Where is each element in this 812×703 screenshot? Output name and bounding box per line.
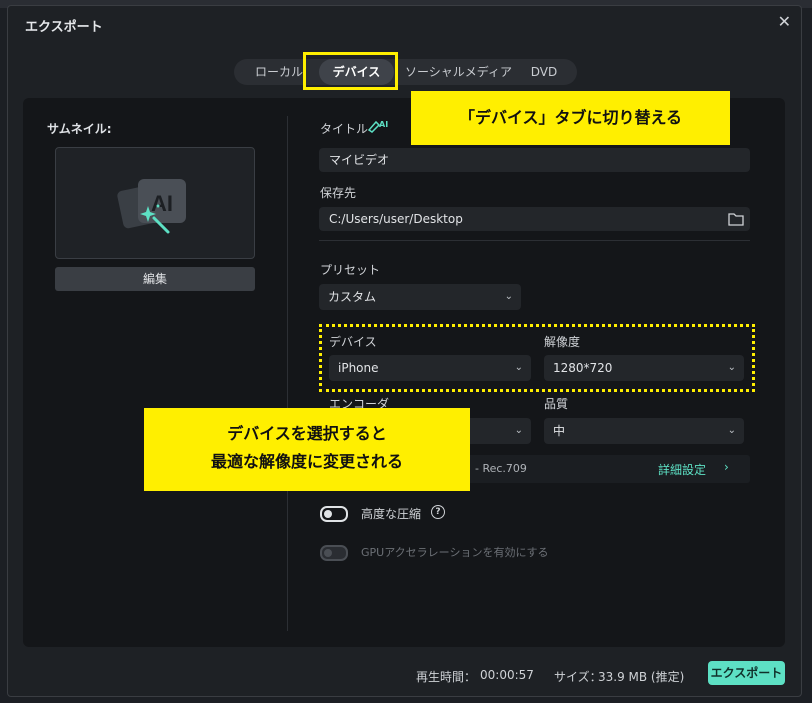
ai-image-icon: AI — [117, 179, 186, 234]
preset-label: プリセット — [320, 263, 381, 277]
advanced-settings-link[interactable]: 詳細設定 — [658, 461, 706, 478]
thumbnail-label: サムネイル: — [47, 122, 112, 136]
duration-label: 再生時間： — [416, 670, 477, 684]
chevron-right-icon: › — [724, 460, 729, 474]
callout-line-1: デバイスを選択すると — [227, 424, 387, 443]
quality-select[interactable]: 中 ⌄ — [544, 418, 744, 444]
title-label: タイトル — [320, 122, 369, 136]
settings-panel: サムネイル: AI 編集 タイトル AI マイビデオ 保存先 C:/Users/… — [23, 98, 785, 647]
chevron-down-icon: ⌄ — [504, 291, 513, 302]
compression-toggle[interactable] — [320, 506, 348, 522]
callout-line-2: 最適な解像度に変更される — [210, 452, 403, 471]
gpu-acceleration-toggle[interactable] — [320, 545, 348, 561]
format-info-text: - Rec.709 — [475, 462, 527, 475]
callout-device-resolution: デバイスを選択すると 最適な解像度に変更される — [144, 408, 470, 491]
export-button[interactable]: エクスポート — [708, 661, 785, 685]
duration-value: 00:00:57 — [480, 668, 534, 682]
tab-dvd[interactable]: DVD — [519, 59, 569, 85]
preset-select[interactable]: カスタム ⌄ — [319, 284, 521, 310]
export-tabbar: ローカル デバイス ソーシャルメディア DVD — [234, 59, 577, 85]
dialog-title: エクスポート — [25, 20, 103, 35]
edit-thumbnail-button[interactable]: 編集 — [55, 267, 255, 291]
close-icon[interactable]: ✕ — [778, 14, 791, 30]
save-path-text: C:/Users/user/Desktop — [329, 212, 463, 226]
save-path-field[interactable]: C:/Users/user/Desktop — [319, 207, 750, 231]
export-dialog: エクスポート ✕ ローカル デバイス ソーシャルメディア DVD サムネイル: … — [7, 5, 802, 697]
panel-divider — [287, 116, 288, 631]
size-value: 33.9 MB (推定) — [598, 670, 685, 684]
quality-label: 品質 — [544, 397, 569, 411]
size-label: サイズ： — [554, 670, 602, 684]
chevron-down-icon: ⌄ — [514, 425, 523, 436]
chevron-down-icon: ⌄ — [727, 425, 736, 436]
ai-glyph: AI — [151, 191, 173, 216]
tab-highlight-box — [303, 52, 398, 90]
ai-badge: AI — [379, 120, 389, 129]
preset-value: カスタム — [328, 290, 377, 304]
quality-value: 中 — [553, 424, 566, 438]
title-input[interactable]: マイビデオ — [319, 148, 750, 172]
gpu-acceleration-label: GPUアクセラレーションを有効にする — [361, 546, 549, 559]
callout-tab-switch: 「デバイス」タブに切り替える — [411, 91, 730, 145]
device-highlight-box — [319, 324, 755, 392]
help-icon[interactable]: ? — [431, 505, 445, 519]
folder-icon[interactable] — [728, 212, 744, 226]
ai-title-icon[interactable]: AI — [367, 118, 389, 137]
section-divider — [319, 240, 750, 241]
save-location-label: 保存先 — [320, 186, 357, 200]
tab-social-media[interactable]: ソーシャルメディア — [401, 59, 516, 85]
compression-label: 高度な圧縮 — [361, 507, 422, 521]
thumbnail-preview[interactable]: AI — [55, 147, 255, 259]
